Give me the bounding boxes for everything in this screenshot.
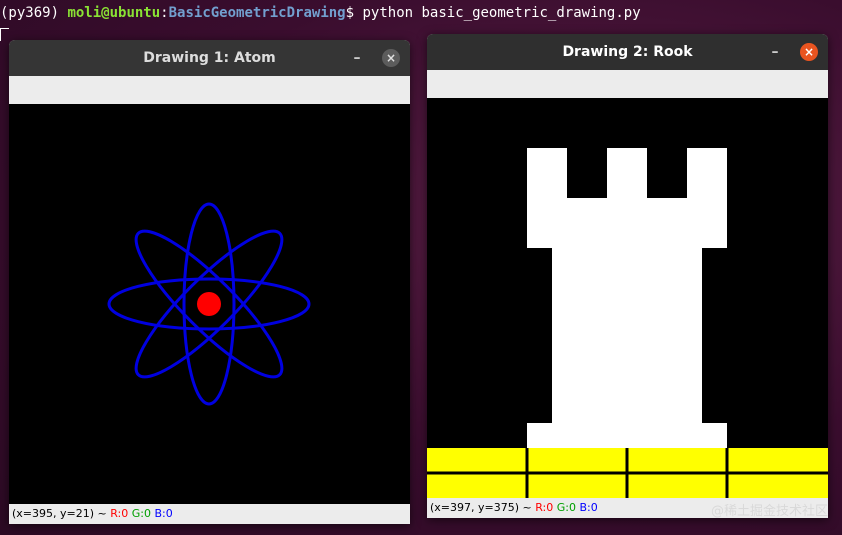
status-b: B:0	[579, 501, 598, 514]
status-g: G:0	[131, 507, 151, 520]
minimize-button[interactable]: –	[768, 45, 782, 59]
status-r: R:0	[535, 501, 554, 514]
window-title: Drawing 2: Rook	[562, 44, 693, 60]
window-atom[interactable]: Drawing 1: Atom – × (x=395, y=21) ~ R:0 …	[9, 40, 410, 524]
terminal-prompt-line: (py369) moli@ubuntu:BasicGeometricDrawin…	[0, 5, 641, 21]
terminal-prompt-symbol: $	[345, 5, 355, 21]
atom-nucleus	[197, 292, 221, 316]
rook-drawing	[427, 148, 828, 498]
terminal-path: BasicGeometricDrawing	[168, 5, 346, 21]
status-b: B:0	[154, 507, 173, 520]
minimize-button[interactable]: –	[350, 51, 364, 65]
atom-drawing	[107, 202, 311, 406]
drawing-canvas[interactable]	[9, 104, 410, 504]
status-coords: (x=397, y=375) ~	[430, 501, 532, 514]
window-rook[interactable]: Drawing 2: Rook – × (x=397, y=375) ~ R:0…	[427, 34, 828, 518]
terminal-cursor	[0, 28, 9, 41]
close-button[interactable]: ×	[800, 43, 818, 61]
close-button[interactable]: ×	[382, 49, 400, 67]
rook-shape	[527, 148, 727, 448]
titlebar[interactable]: Drawing 1: Atom – ×	[9, 40, 410, 76]
toolbar	[9, 76, 410, 104]
drawing-canvas[interactable]	[427, 98, 828, 498]
titlebar[interactable]: Drawing 2: Rook – ×	[427, 34, 828, 70]
terminal-command: python basic_geometric_drawing.py	[362, 5, 641, 21]
status-r: R:0	[110, 507, 129, 520]
status-coords: (x=395, y=21) ~	[12, 507, 107, 520]
toolbar	[427, 70, 828, 98]
terminal-user-host: moli@ubuntu	[67, 5, 161, 21]
status-g: G:0	[556, 501, 576, 514]
status-bar: (x=395, y=21) ~ R:0 G:0 B:0	[9, 504, 410, 524]
terminal-venv: (py369)	[0, 5, 60, 21]
watermark: @稀土掘金技术社区	[710, 504, 828, 519]
window-title: Drawing 1: Atom	[143, 50, 276, 66]
